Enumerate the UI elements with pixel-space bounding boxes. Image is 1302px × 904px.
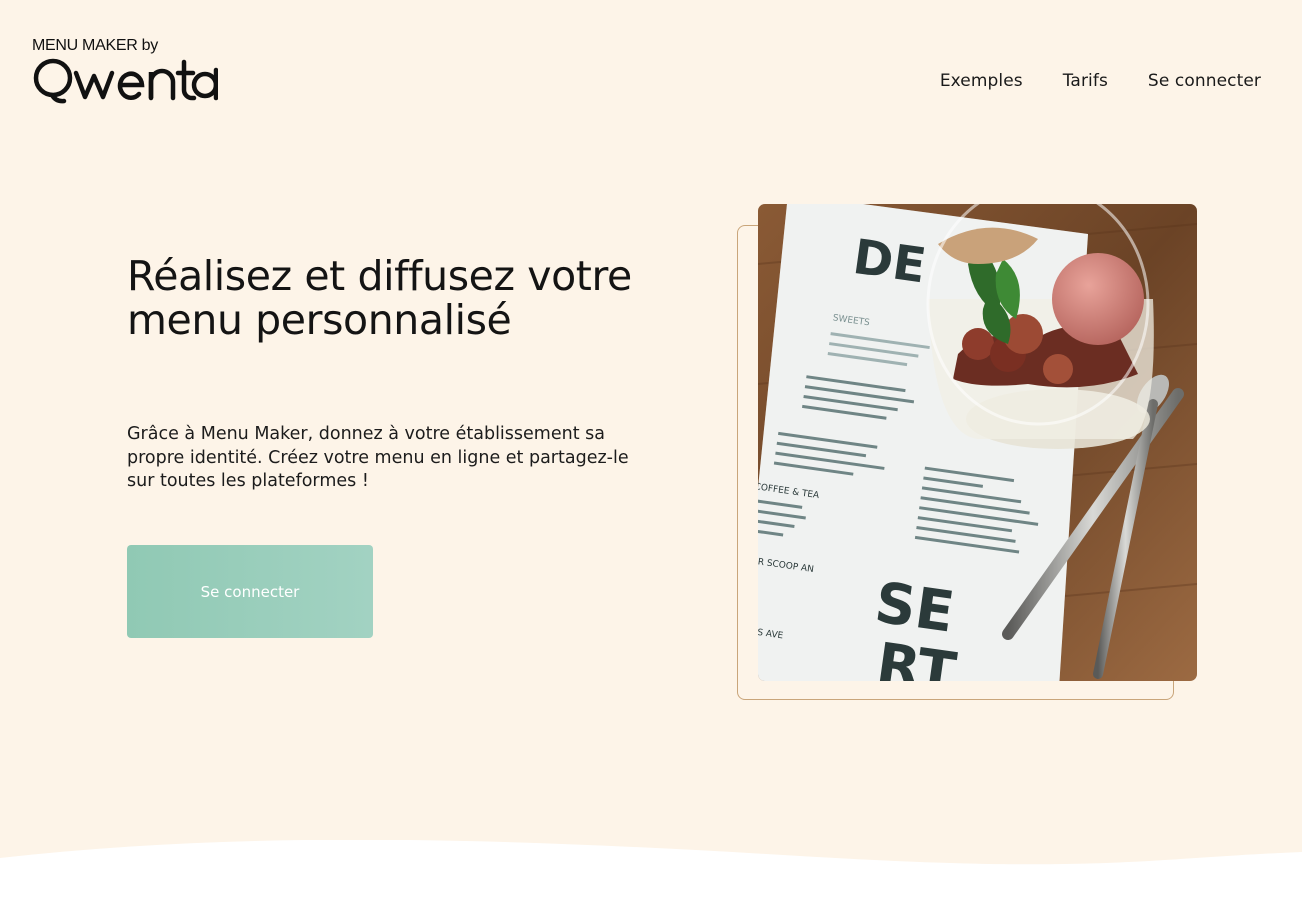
hero-title: Réalisez et diffusez votre menu personna… xyxy=(127,252,632,344)
dessert-menu-photo: DE SWEETS COFFEE & TEA OUR SCOOP AN PRES… xyxy=(758,204,1197,681)
dessert-menu-illustration: DE SWEETS COFFEE & TEA OUR SCOOP AN PRES… xyxy=(758,204,1197,681)
logo-subtitle: MENU MAKER by xyxy=(32,37,158,54)
bottom-wave-divider xyxy=(0,840,1302,904)
nav-link-exemples[interactable]: Exemples xyxy=(940,71,1023,91)
login-cta-button[interactable]: Se connecter xyxy=(127,545,373,638)
menu-heading-top: DE xyxy=(850,229,930,295)
qwenta-wordmark xyxy=(33,58,218,104)
main-nav: Exemples Tarifs Se connecter xyxy=(940,71,1261,91)
nav-link-tarifs[interactable]: Tarifs xyxy=(1063,71,1108,91)
hero-description: Grâce à Menu Maker, donnez à votre établ… xyxy=(127,424,629,491)
qwenta-logo[interactable]: MENU MAKER by xyxy=(32,36,222,106)
nav-link-se-connecter[interactable]: Se connecter xyxy=(1148,71,1261,91)
